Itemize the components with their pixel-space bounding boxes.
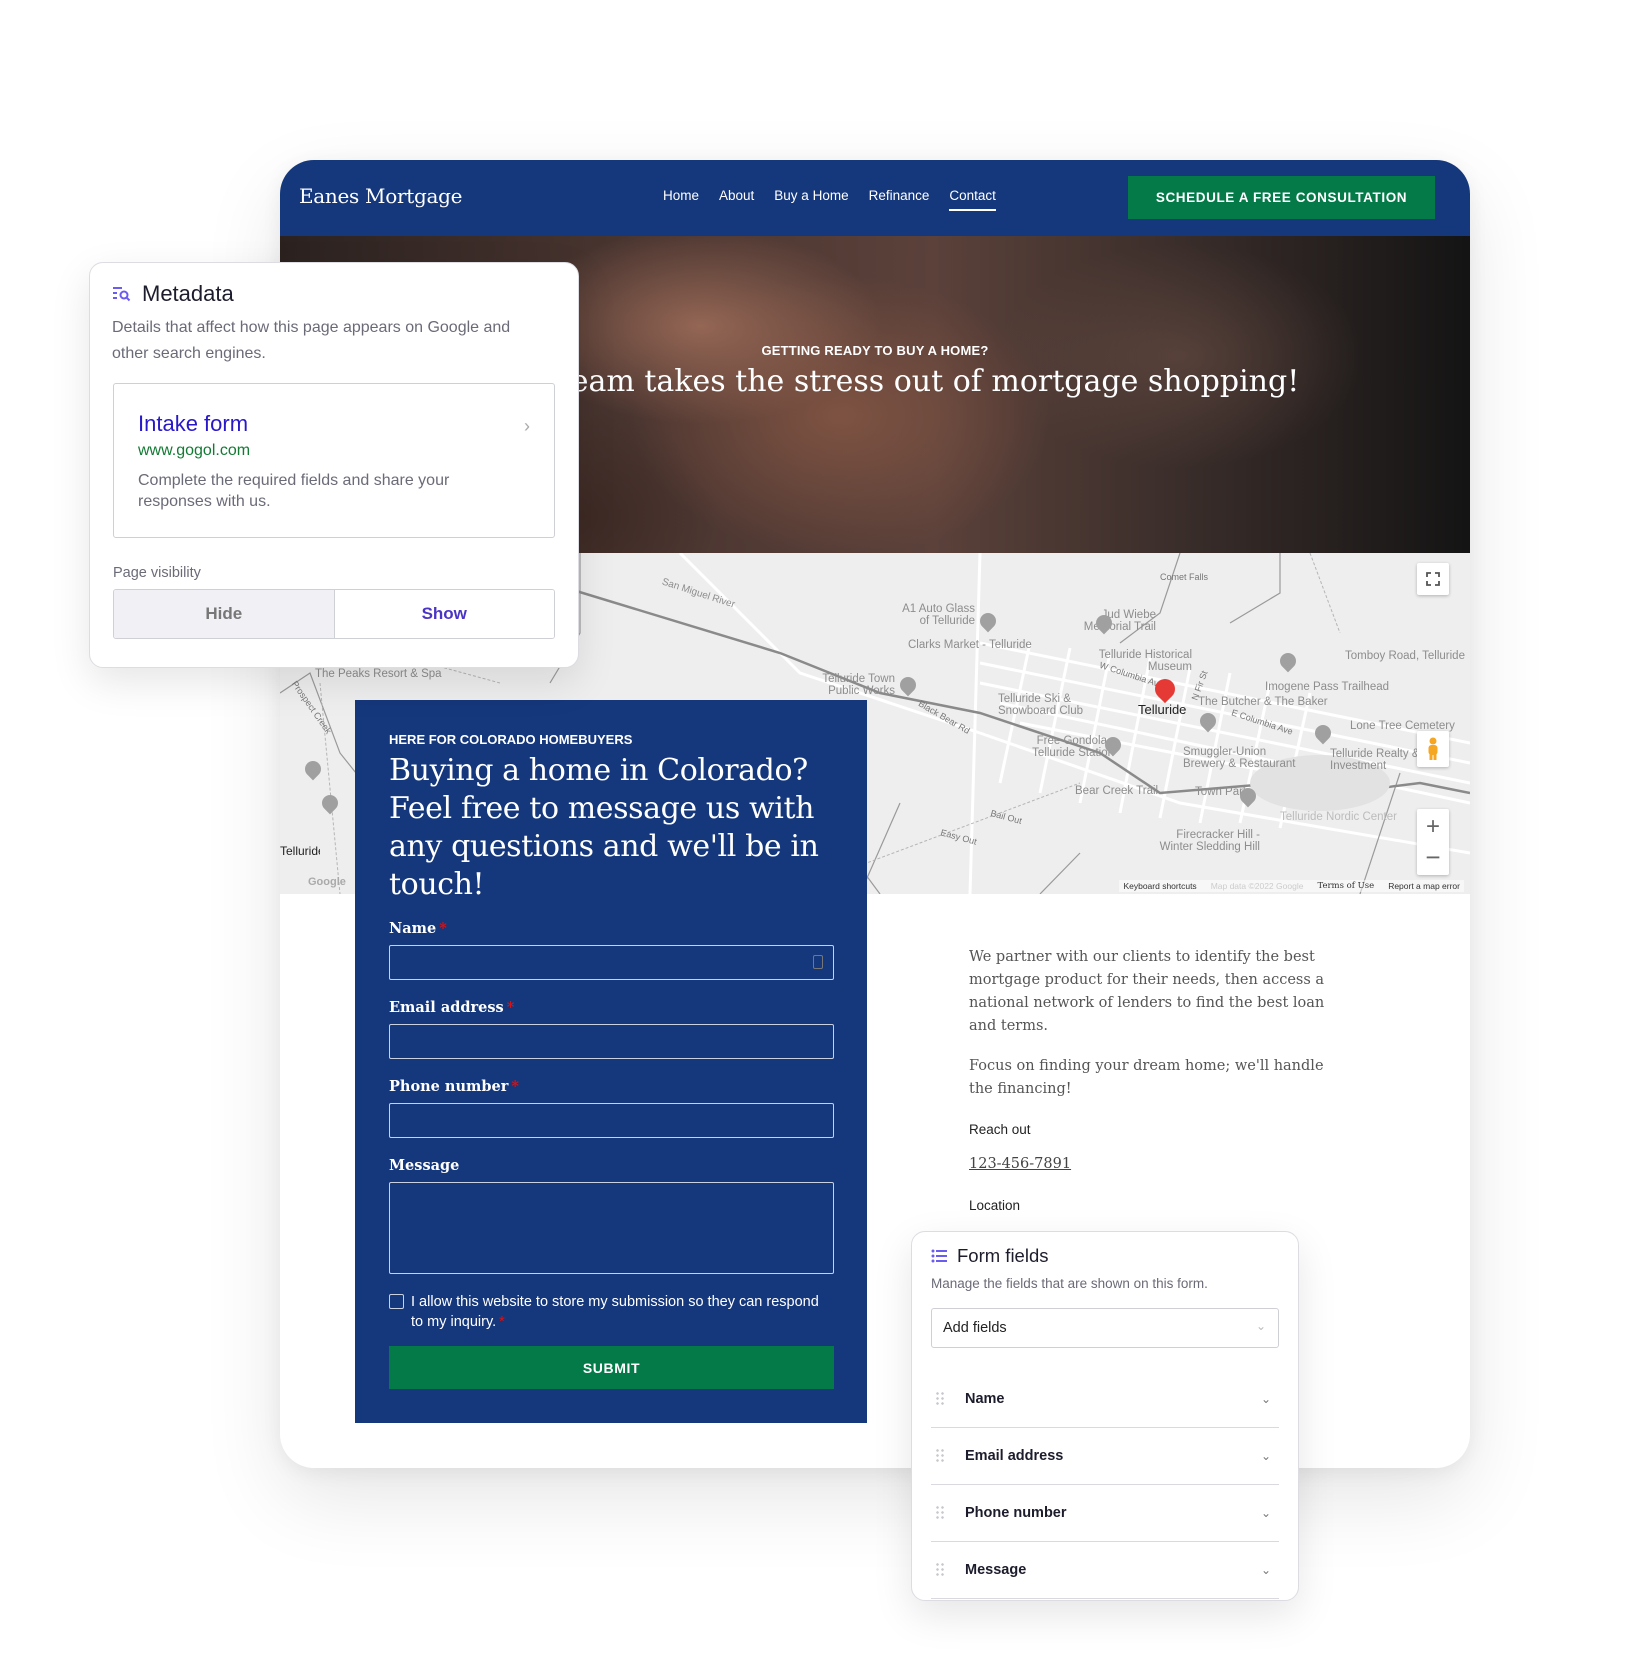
form-fields-panel: Form fields Manage the fields that are s… <box>911 1231 1299 1601</box>
form-field-row[interactable]: Name ⌄ <box>931 1371 1279 1428</box>
form-fields-description: Manage the fields that are shown on this… <box>931 1276 1208 1291</box>
map-label: The Peaks Resort & Spa <box>315 668 442 680</box>
message-label: Message <box>389 1157 460 1174</box>
map-label: Telluride Ski & Snowboard Club <box>998 693 1084 718</box>
map-label: Telluride Historical Museum <box>1098 649 1192 674</box>
nav-links: Home About Buy a Home Refinance Contact <box>663 188 996 211</box>
drag-handle-icon[interactable] <box>935 1391 945 1407</box>
drag-handle-icon[interactable] <box>935 1562 945 1578</box>
add-fields-dropdown[interactable]: Add fields ⌄ <box>931 1308 1279 1348</box>
contact-form: HERE FOR COLORADO HOMEBUYERS Buying a ho… <box>355 700 867 1423</box>
chevron-down-icon: ⌄ <box>1255 1319 1266 1333</box>
phone-input[interactable] <box>389 1103 834 1138</box>
nav-refinance[interactable]: Refinance <box>869 188 930 211</box>
form-field-row[interactable]: Message ⌄ <box>931 1542 1279 1599</box>
map-label: Comet Falls <box>1160 572 1209 582</box>
map-label: Bear Creek Trail <box>1075 785 1159 797</box>
keyboard-shortcuts-link[interactable]: Keyboard shortcuts <box>1123 881 1196 891</box>
report-map-error-link[interactable]: Report a map error <box>1388 881 1460 891</box>
consent-text: I allow this website to store my submiss… <box>411 1294 819 1330</box>
drag-handle-icon[interactable] <box>935 1448 945 1464</box>
chevron-down-icon[interactable]: ⌄ <box>1261 1449 1271 1463</box>
metadata-title: Metadata <box>142 281 234 306</box>
form-title: Buying a home in Colorado? Feel free to … <box>389 753 819 902</box>
phone-label: Phone number * <box>389 1078 519 1095</box>
map-label: Telluride Nordic Center <box>1280 811 1397 823</box>
page-visibility-toggle: Hide Show <box>113 589 555 639</box>
form-field-label: Name <box>965 1391 1005 1407</box>
preview-url: www.gogol.com <box>138 442 251 459</box>
autofill-contact-icon[interactable] <box>813 955 823 969</box>
map-label: Free Gondola - Telluride Station <box>1032 735 1114 760</box>
form-eyebrow: HERE FOR COLORADO HOMEBUYERS <box>389 732 633 747</box>
nav-contact[interactable]: Contact <box>949 188 996 211</box>
chevron-down-icon[interactable]: ⌄ <box>1261 1392 1271 1406</box>
street-view-pegman-icon[interactable] <box>1417 731 1449 767</box>
search-preview-card[interactable]: Intake form www.gogol.com Complete the r… <box>113 383 555 538</box>
nav-home[interactable]: Home <box>663 188 699 211</box>
zoom-in-icon[interactable]: + <box>1426 812 1440 842</box>
phone-link[interactable]: 123-456-7891 <box>969 1153 1349 1176</box>
name-label: Name * <box>389 920 447 937</box>
email-label: Email address * <box>389 999 515 1016</box>
name-input[interactable] <box>389 945 834 980</box>
list-icon <box>931 1249 947 1263</box>
consent-row: I allow this website to store my submiss… <box>389 1292 829 1332</box>
preview-description: Complete the required fields and share y… <box>138 472 450 510</box>
nav-buy-a-home[interactable]: Buy a Home <box>774 188 848 211</box>
map-label: Tomboy Road, Telluride <box>1345 650 1465 662</box>
site-navbar: Eanes Mortgage Home About Buy a Home Ref… <box>280 160 1470 236</box>
map-data-attribution: Map data ©2022 Google <box>1210 881 1304 891</box>
map-label: Clarks Market - Telluride <box>908 639 1032 651</box>
tagline-paragraph: Focus on finding your dream home; we'll … <box>969 1058 1324 1097</box>
schedule-consultation-button[interactable]: SCHEDULE A FREE CONSULTATION <box>1128 176 1435 219</box>
map-pin-label: Telluride <box>1138 702 1187 717</box>
metadata-header: Metadata <box>112 281 234 307</box>
contact-info: We partner with our clients to identify … <box>969 946 1349 1252</box>
chevron-down-icon[interactable]: ⌄ <box>1261 1506 1271 1520</box>
add-fields-placeholder: Add fields <box>943 1320 1007 1336</box>
form-fields-header: Form fields <box>931 1245 1049 1267</box>
map-footer: Keyboard shortcuts Map data ©2022 Google… <box>1119 880 1464 892</box>
map-label: Telluride Mountain Village <box>280 845 320 858</box>
form-field-label: Phone number <box>965 1505 1067 1521</box>
submit-button[interactable]: SUBMIT <box>389 1346 834 1389</box>
map-label: The Butcher & The Baker <box>1198 696 1328 708</box>
chevron-down-icon[interactable]: ⌄ <box>1261 1563 1271 1577</box>
metadata-panel: Metadata Details that affect how this pa… <box>89 262 579 668</box>
terms-link[interactable]: Terms of Use <box>1317 881 1374 891</box>
map-label: Telluride Town Public Works <box>822 673 895 698</box>
map-label: A1 Auto Glass of Telluride <box>902 603 975 628</box>
form-field-row[interactable]: Email address ⌄ <box>931 1428 1279 1485</box>
nav-about[interactable]: About <box>719 188 754 211</box>
message-textarea[interactable] <box>389 1182 834 1274</box>
zoom-out-icon[interactable]: − <box>1425 842 1440 872</box>
form-fields-title: Form fields <box>957 1245 1049 1266</box>
map-label: Imogene Pass Trailhead <box>1265 681 1390 693</box>
metadata-description: Details that affect how this page appear… <box>112 319 511 362</box>
map-label: Telluride Realty & Investment <box>1330 748 1420 773</box>
preview-title: Intake form <box>138 411 249 436</box>
location-label: Location <box>969 1198 1021 1213</box>
page-visibility-label: Page visibility <box>113 565 201 581</box>
map-label: Firecracker Hill - Winter Sledding Hill <box>1159 829 1260 854</box>
form-field-label: Message <box>965 1562 1027 1578</box>
map-label: Smuggler-Union Brewery & Restaurant <box>1183 746 1296 771</box>
show-option[interactable]: Show <box>334 590 554 638</box>
consent-checkbox[interactable] <box>389 1294 404 1309</box>
chevron-right-icon[interactable]: › <box>524 416 530 437</box>
zoom-controls: + − <box>1417 809 1449 875</box>
fullscreen-icon[interactable] <box>1417 563 1449 595</box>
google-logo[interactable]: Google <box>308 876 346 889</box>
site-brand[interactable]: Eanes Mortgage <box>299 184 462 208</box>
form-field-row[interactable]: Phone number ⌄ <box>931 1485 1279 1542</box>
drag-handle-icon[interactable] <box>935 1505 945 1521</box>
intro-paragraph: We partner with our clients to identify … <box>969 949 1325 1034</box>
search-list-icon <box>113 287 131 302</box>
hide-option[interactable]: Hide <box>114 590 335 638</box>
form-field-label: Email address <box>965 1448 1064 1464</box>
reach-out-label: Reach out <box>969 1122 1031 1137</box>
email-input[interactable] <box>389 1024 834 1059</box>
